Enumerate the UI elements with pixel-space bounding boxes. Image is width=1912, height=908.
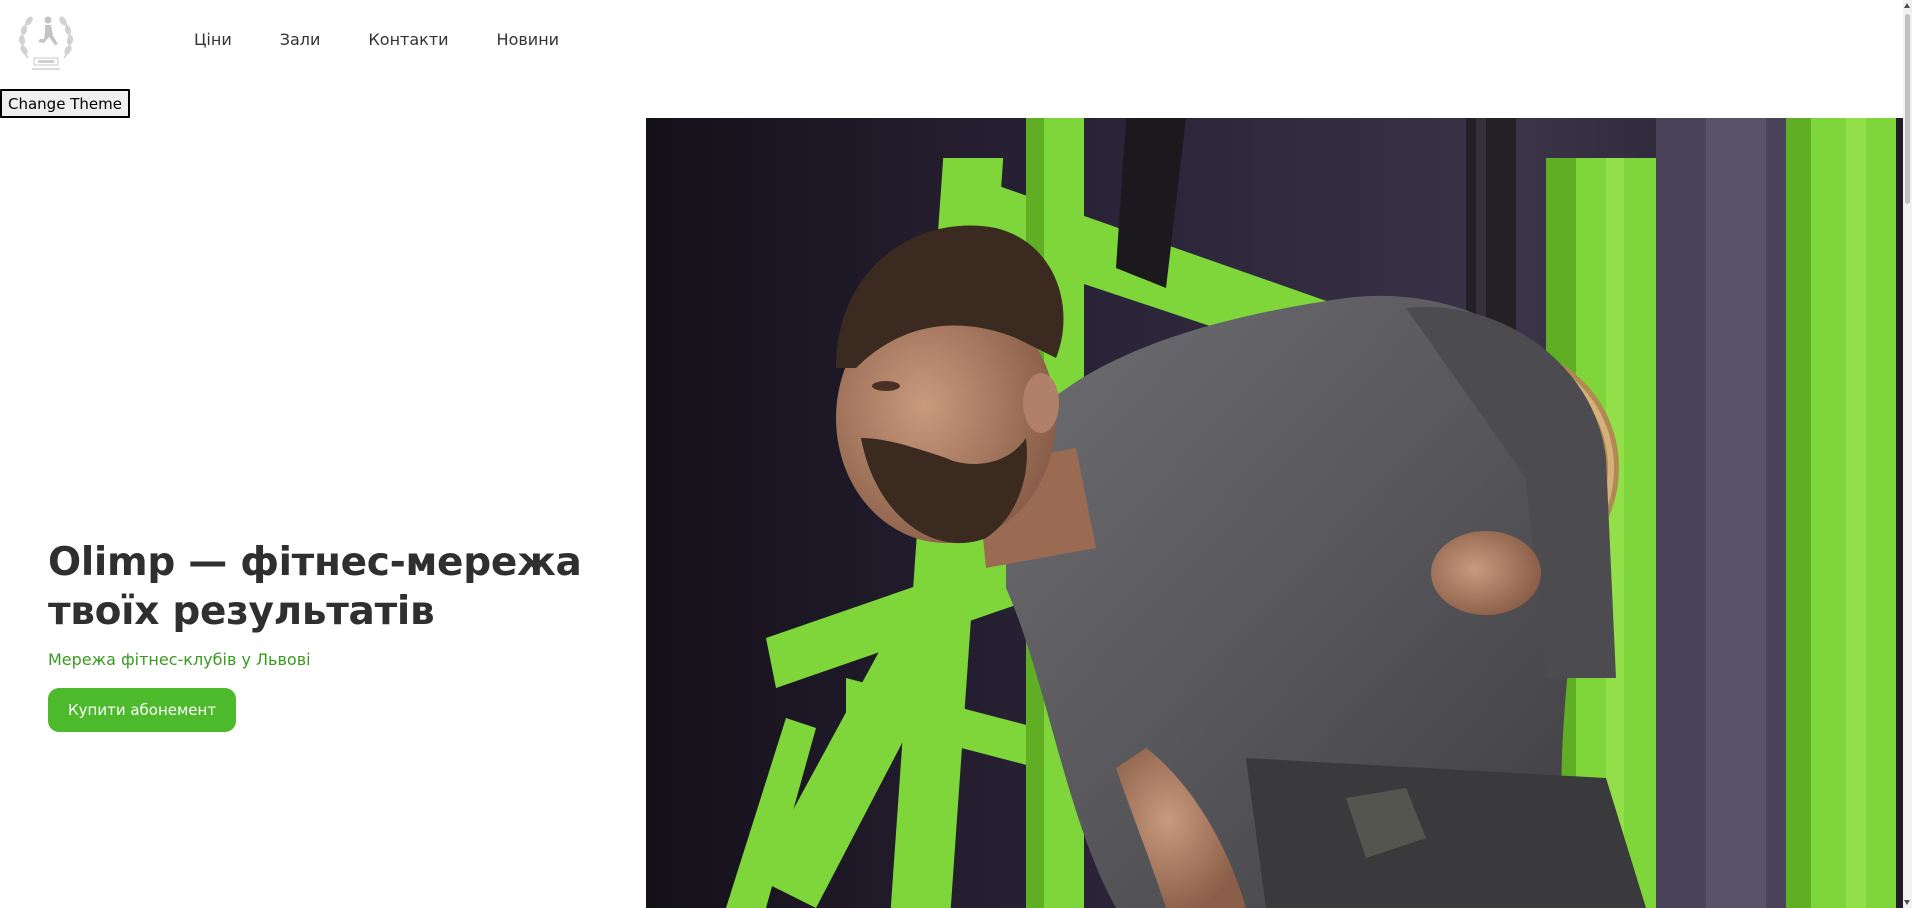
hero-title-line1: Olimp — фітнес-мережа bbox=[48, 540, 582, 585]
hero-photo bbox=[646, 118, 1903, 908]
hero-subtitle: Мережа фітнес-клубів у Львові bbox=[48, 650, 311, 669]
scroll-down-icon[interactable] bbox=[1904, 900, 1910, 905]
scroll-up-icon[interactable] bbox=[1904, 3, 1910, 8]
nav-link-halls[interactable]: Зали bbox=[280, 30, 321, 50]
athlete-gymnastic-rings-photo-icon bbox=[646, 118, 1903, 908]
scroll-thumb[interactable] bbox=[1905, 14, 1910, 204]
nav-link-contacts[interactable]: Контакти bbox=[368, 30, 448, 50]
page: Ціни Зали Контакти Новини Change Theme O… bbox=[0, 0, 1912, 908]
hero-text: Olimp — фітнес-мережа твоїх результатів … bbox=[48, 538, 608, 732]
hero-title: Olimp — фітнес-мережа твоїх результатів bbox=[48, 538, 608, 636]
change-theme-button[interactable]: Change Theme bbox=[0, 89, 130, 118]
page-scrollbar[interactable] bbox=[1903, 0, 1912, 908]
nav-link-news[interactable]: Новини bbox=[497, 30, 560, 50]
olimp-logo-icon[interactable] bbox=[14, 6, 78, 74]
main-nav: Ціни Зали Контакти Новини bbox=[194, 30, 607, 50]
buy-membership-button[interactable]: Купити абонемент bbox=[48, 688, 237, 732]
site-header: Ціни Зали Контакти Новини bbox=[0, 0, 1895, 80]
hero-title-line2: твоїх результатів bbox=[48, 589, 435, 634]
nav-link-prices[interactable]: Ціни bbox=[194, 30, 232, 50]
